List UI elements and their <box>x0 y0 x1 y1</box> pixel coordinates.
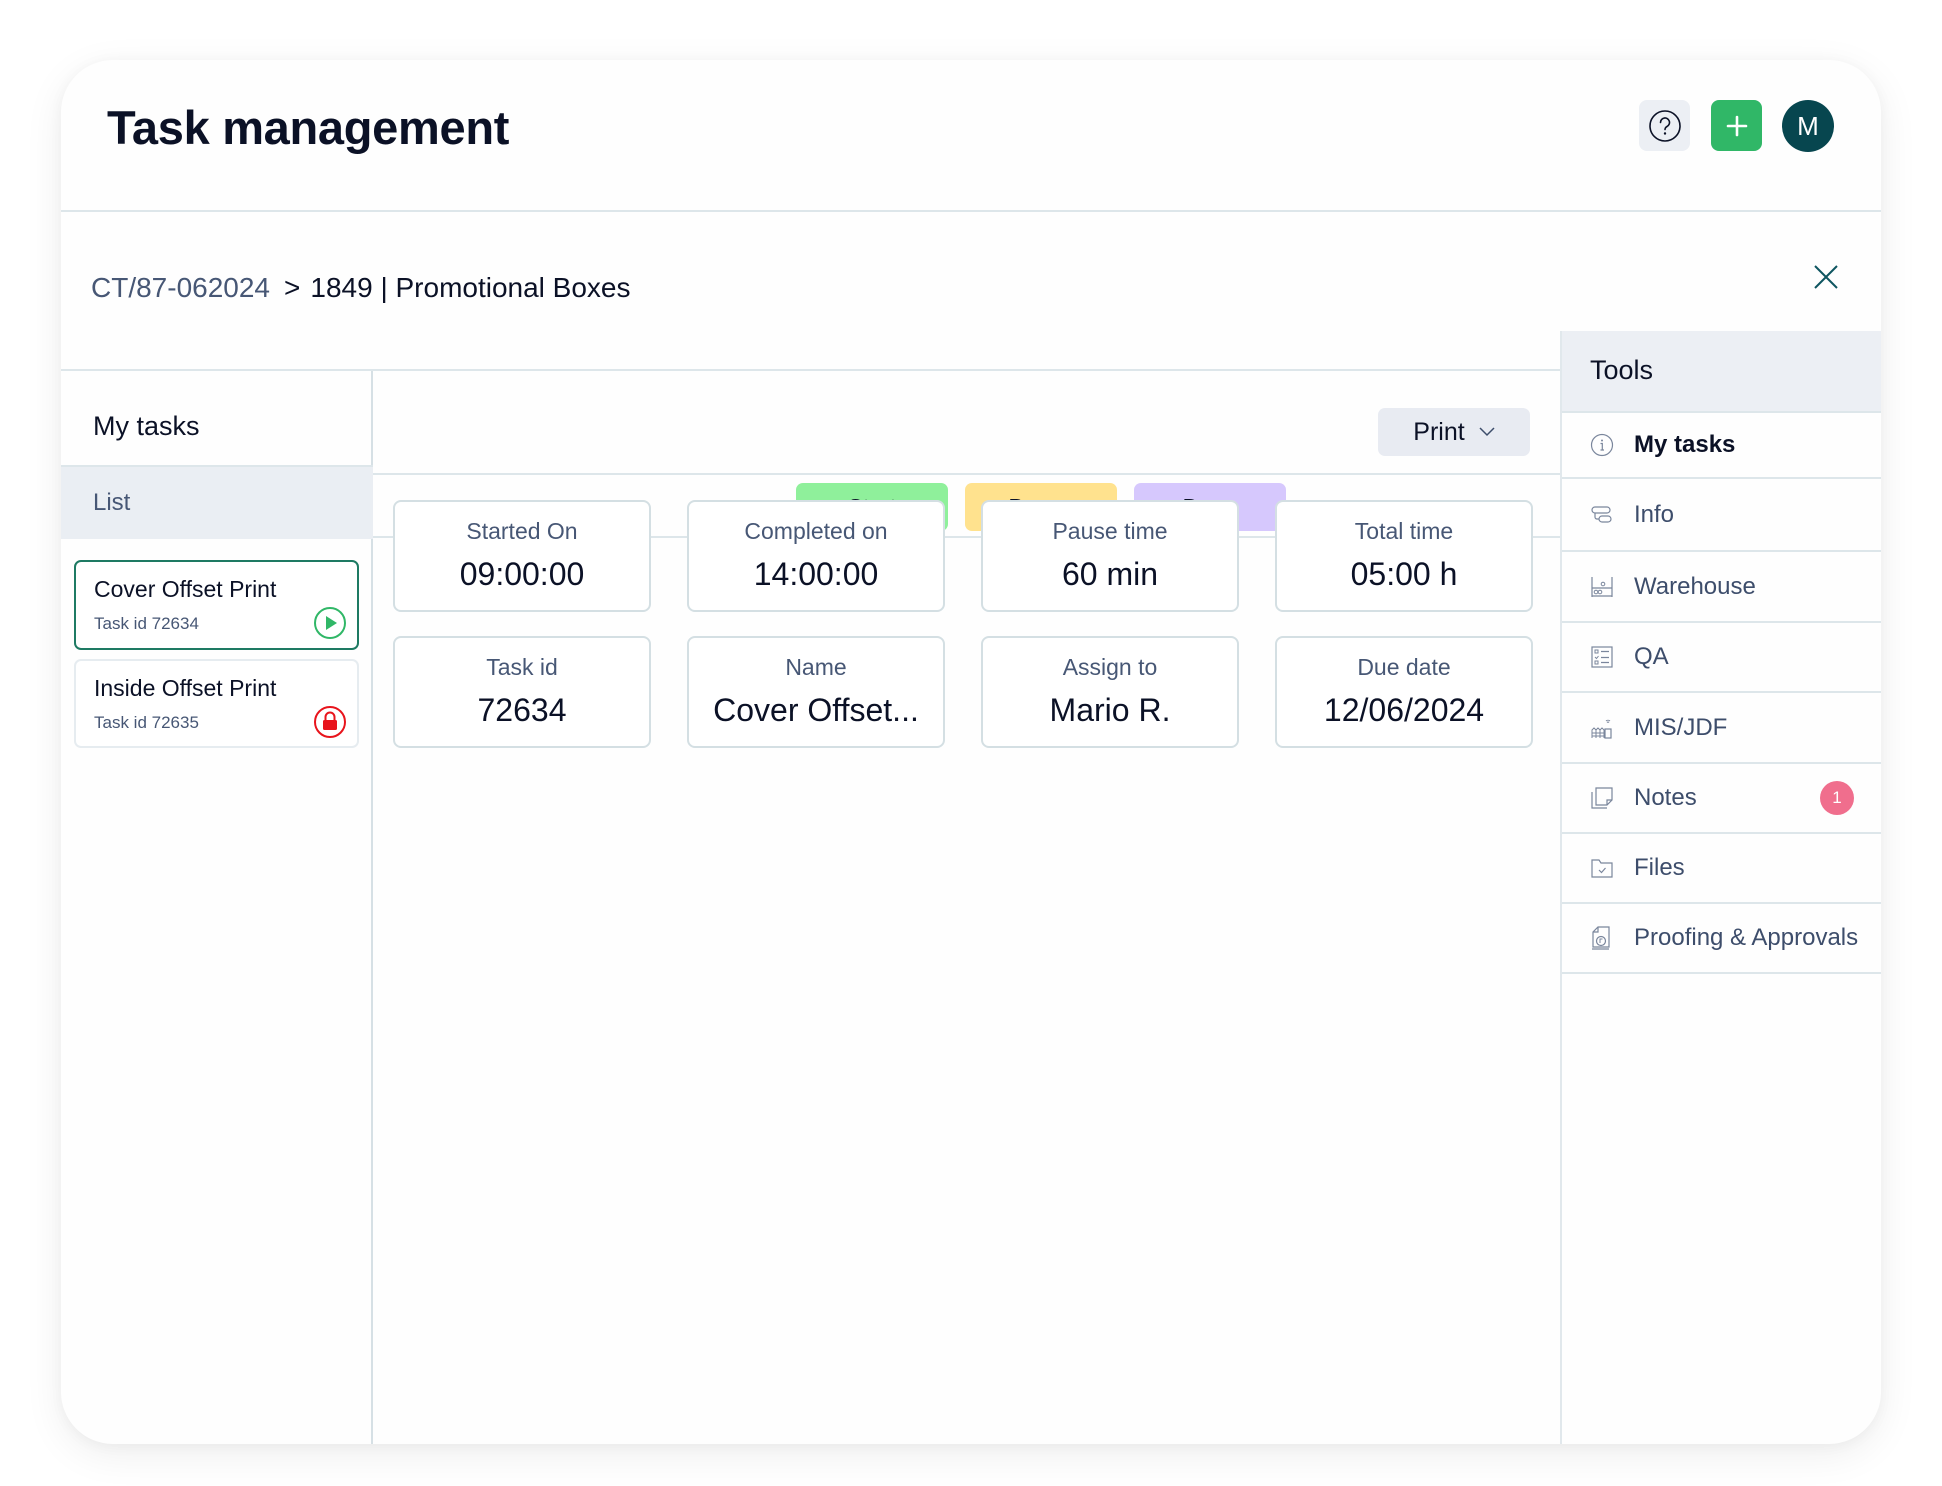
tool-label: QA <box>1634 643 1669 670</box>
help-button[interactable] <box>1639 100 1690 151</box>
due-date-card: Due date 12/06/2024 <box>1275 636 1533 748</box>
card-label: Due date <box>1357 654 1451 680</box>
chevron-down-icon <box>1479 427 1495 437</box>
print-label: Print <box>1413 417 1465 446</box>
tools-title: Tools <box>1590 355 1654 385</box>
card-label: Name <box>785 654 847 680</box>
close-button[interactable] <box>1803 254 1849 300</box>
total-time-card: Total time 05:00 h <box>1275 500 1533 612</box>
tool-item-files[interactable]: Files <box>1562 834 1881 904</box>
task-id: Task id 72634 <box>94 614 199 633</box>
proofing-icon <box>1592 926 1610 950</box>
breadcrumb-current: 1849 | Promotional Boxes <box>310 272 631 303</box>
page-title: Task management <box>107 101 510 154</box>
card-label: Total time <box>1354 518 1454 544</box>
completed-on-card: Completed on 14:00:00 <box>687 500 945 612</box>
tool-label: Info <box>1634 500 1675 528</box>
task-id-card: Task id 72634 <box>393 636 651 748</box>
tool-item-qa[interactable]: QA <box>1562 623 1881 693</box>
tool-item-proofing-approvals[interactable]: Proofing & Approvals <box>1562 904 1881 974</box>
print-dropdown[interactable]: Print <box>1378 408 1530 456</box>
toolbar: Print <box>373 371 1560 473</box>
play-circle-icon[interactable] <box>313 606 347 640</box>
question-circle-icon <box>1648 109 1681 142</box>
card-value: 09:00:00 <box>459 556 585 592</box>
tool-label: Warehouse <box>1634 572 1756 600</box>
notes-count-badge: 1 <box>1820 781 1854 815</box>
card-label: Completed on <box>744 518 888 544</box>
task-name: Inside Offset Print <box>94 675 277 701</box>
card-label: Assign to <box>1062 654 1158 680</box>
tool-label: MIS/JDF <box>1634 713 1728 741</box>
my-tasks-title: My tasks <box>93 411 200 441</box>
task-id: Task id 72635 <box>94 713 199 732</box>
folder-check-icon <box>1591 859 1613 878</box>
card-value: 14:00:00 <box>753 556 879 592</box>
tool-item-my-tasks[interactable]: My tasks <box>1562 413 1881 479</box>
tool-item-info[interactable]: Info <box>1562 479 1881 552</box>
info-stack-icon <box>1591 505 1612 523</box>
my-tasks-panel: My tasks List Cover Offset Print Task id… <box>61 371 373 1444</box>
assign-to-card: Assign to Mario R. <box>981 636 1239 748</box>
checklist-icon <box>1591 646 1613 668</box>
list-label: List <box>93 489 131 516</box>
mis-jdf-icon <box>1591 719 1612 739</box>
app-header: Task management M <box>61 60 1881 212</box>
user-avatar[interactable]: M <box>1782 100 1834 152</box>
pause-time-card: Pause time 60 min <box>981 500 1239 612</box>
card-value: Mario R. <box>1049 692 1171 728</box>
tool-label: My tasks <box>1634 431 1736 458</box>
plus-icon <box>1726 115 1747 136</box>
card-label: Pause time <box>1052 518 1168 544</box>
tools-panel: Tools My tasks Info Warehouse QA MIS/JDF… <box>1560 331 1881 1444</box>
tools-header: Tools <box>1562 331 1881 413</box>
tool-label: Proofing & Approvals <box>1634 924 1859 951</box>
breadcrumb: CT/87-062024 > 1849 | Promotional Boxes <box>91 272 631 304</box>
tool-item-notes[interactable]: Notes 1 <box>1562 764 1881 834</box>
task-list-item[interactable]: Cover Offset Print Task id 72634 <box>74 560 359 650</box>
tool-item-mis-jdf[interactable]: MIS/JDF <box>1562 693 1881 764</box>
tool-label: Files <box>1634 854 1685 881</box>
add-button[interactable] <box>1711 100 1762 151</box>
breadcrumb-parent-link[interactable]: CT/87-062024 <box>91 272 270 304</box>
lock-circle-icon[interactable] <box>313 705 347 739</box>
notes-icon <box>1591 787 1613 809</box>
card-value: 60 min <box>1061 556 1159 592</box>
list-tab[interactable]: List <box>61 465 373 539</box>
task-list-item[interactable]: Inside Offset Print Task id 72635 <box>74 659 359 748</box>
card-label: Started On <box>466 518 578 544</box>
started-on-card: Started On 09:00:00 <box>393 500 651 612</box>
task-name: Cover Offset Print <box>94 576 277 602</box>
tool-item-warehouse[interactable]: Warehouse <box>1562 552 1881 623</box>
card-value: 05:00 h <box>1350 556 1458 592</box>
task-management-window: Task management M CT/87-062024 > 1849 | … <box>61 60 1881 1444</box>
name-card: Name Cover Offset... <box>687 636 945 748</box>
warehouse-shelf-icon <box>1591 576 1613 597</box>
card-value: Cover Offset... <box>713 692 919 728</box>
breadcrumb-separator: > <box>284 272 301 303</box>
tool-label: Notes <box>1634 784 1697 811</box>
card-value: 12/06/2024 <box>1323 692 1485 728</box>
info-circle-icon <box>1590 433 1614 457</box>
card-label: Task id <box>486 654 558 680</box>
close-x-icon <box>1814 265 1838 289</box>
card-value: 72634 <box>477 692 567 728</box>
